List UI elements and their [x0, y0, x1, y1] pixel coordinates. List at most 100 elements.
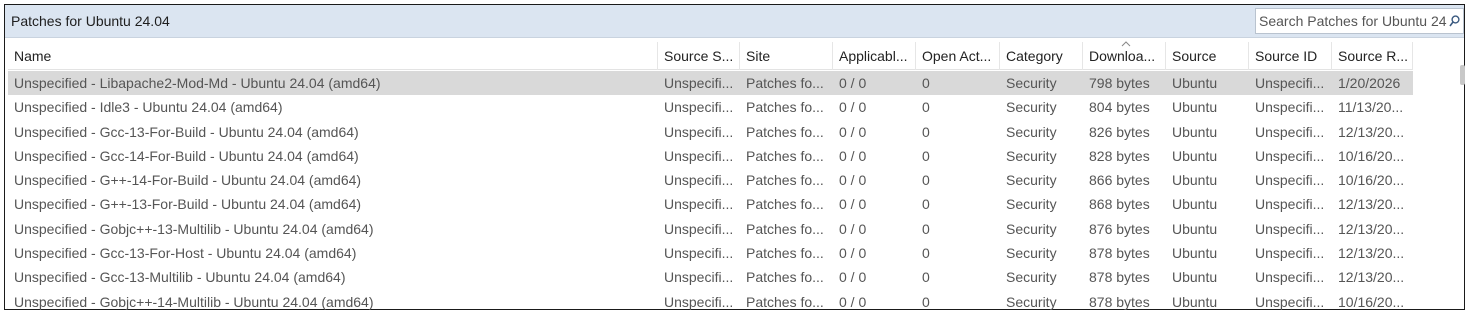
panel-title-bar: Patches for Ubuntu 24.04 — [5, 5, 1464, 38]
cell-category: Security — [1006, 293, 1057, 310]
cell-applicable: 0 / 0 — [839, 172, 867, 189]
search-input[interactable] — [1256, 10, 1449, 32]
cell-name: Unspecified - Gcc-14-For-Build - Ubuntu … — [14, 147, 359, 164]
cell-site: Patches fo... — [746, 147, 824, 164]
cell-download: 866 bytes — [1089, 172, 1150, 189]
cell-site: Patches fo... — [746, 123, 824, 140]
column-header-download[interactable]: Downloa... — [1083, 42, 1166, 70]
cell-category: Security — [1006, 75, 1057, 91]
column-header-name[interactable]: Name — [8, 42, 658, 70]
cell-source-id: Unspecifi... — [1255, 293, 1325, 310]
cell-open-actions: 0 — [922, 147, 930, 164]
cell-download: 878 bytes — [1089, 293, 1150, 310]
cell-source-status: Unspecifi... — [664, 293, 734, 310]
cell-source-status: Unspecifi... — [664, 147, 734, 164]
cell-download: 878 bytes — [1089, 269, 1150, 286]
table-row[interactable]: Unspecified - G++-13-For-Build - Ubuntu … — [8, 192, 1413, 216]
cell-open-actions: 0 — [922, 172, 930, 189]
cell-download: 868 bytes — [1089, 196, 1150, 213]
cell-source-status: Unspecifi... — [664, 123, 734, 140]
cell-category: Security — [1006, 245, 1057, 262]
cell-name: Unspecified - Libapache2-Mod-Md - Ubuntu… — [14, 75, 381, 91]
patches-panel: Patches for Ubuntu 24.04 NameSource S...… — [4, 4, 1465, 310]
cell-source-status: Unspecifi... — [664, 172, 734, 189]
column-header-source[interactable]: Source — [1166, 42, 1249, 70]
cell-open-actions: 0 — [922, 269, 930, 286]
cell-source-id: Unspecifi... — [1255, 99, 1325, 116]
cell-source-id: Unspecifi... — [1255, 245, 1325, 262]
cell-source-id: Unspecifi... — [1255, 220, 1325, 237]
cell-source-release: 1/20/2026 — [1338, 75, 1401, 91]
column-header-open-actions[interactable]: Open Act... — [916, 42, 1000, 70]
column-header-source-id[interactable]: Source ID — [1249, 42, 1332, 70]
table-header: Name Source S... Site Applicabl... Open Act.… — [8, 41, 1413, 70]
cell-source-release: 12/13/20... — [1338, 269, 1405, 286]
cell-name: Unspecified - G++-13-For-Build - Ubuntu … — [14, 196, 362, 213]
cell-source: Ubuntu — [1172, 269, 1218, 286]
cell-download: 804 bytes — [1089, 99, 1150, 116]
table-row[interactable]: Unspecified - Idle3 - Ubuntu 24.04 (amd6… — [8, 95, 1413, 119]
cell-open-actions: 0 — [922, 99, 930, 116]
cell-source-status: Unspecifi... — [664, 75, 734, 91]
column-header-source-release[interactable]: Source R... — [1332, 42, 1413, 70]
cell-download: 826 bytes — [1089, 123, 1150, 140]
cell-source-release: 10/16/20... — [1338, 147, 1405, 164]
cell-source-status: Unspecifi... — [664, 99, 734, 116]
cell-open-actions: 0 — [922, 220, 930, 237]
cell-name: Unspecified - Gcc-13-For-Host - Ubuntu 2… — [14, 245, 357, 262]
table-row[interactable]: Unspecified - Gcc-14-For-Build - Ubuntu … — [8, 144, 1413, 168]
cell-source: Ubuntu — [1172, 245, 1218, 262]
table-row[interactable]: Unspecified - Gobjc++-13-Multilib - Ubun… — [8, 217, 1413, 241]
cell-name: Unspecified - Gcc-13-For-Build - Ubuntu … — [14, 123, 359, 140]
cell-applicable: 0 / 0 — [839, 147, 867, 164]
cell-source: Ubuntu — [1172, 293, 1218, 310]
cell-source-status: Unspecifi... — [664, 245, 734, 262]
table-row[interactable]: Unspecified - Gcc-13-Multilib - Ubuntu 2… — [8, 265, 1413, 289]
cell-category: Security — [1006, 269, 1057, 286]
cell-source: Ubuntu — [1172, 99, 1218, 116]
cell-open-actions: 0 — [922, 196, 930, 213]
column-header-category[interactable]: Category — [1000, 42, 1083, 70]
column-header-source-status[interactable]: Source S... — [658, 42, 740, 70]
cell-source-release: 12/13/20... — [1338, 196, 1405, 213]
column-header-applicable[interactable]: Applicabl... — [833, 42, 916, 70]
cell-source: Ubuntu — [1172, 220, 1218, 237]
cell-site: Patches fo... — [746, 196, 824, 213]
cell-category: Security — [1006, 99, 1057, 116]
search-icon[interactable] — [1449, 14, 1461, 28]
cell-site: Patches fo... — [746, 99, 824, 116]
vertical-scrollbar[interactable] — [1460, 65, 1465, 85]
cell-site: Patches fo... — [746, 172, 824, 189]
cell-category: Security — [1006, 220, 1057, 237]
cell-applicable: 0 / 0 — [839, 75, 867, 91]
cell-applicable: 0 / 0 — [839, 123, 867, 140]
table-row[interactable]: Unspecified - Libapache2-Mod-Md - Ubuntu… — [8, 71, 1413, 96]
table-row[interactable]: Unspecified - Gcc-13-For-Build - Ubuntu … — [8, 120, 1413, 144]
column-header-site[interactable]: Site — [740, 42, 833, 70]
search-box[interactable] — [1255, 8, 1464, 34]
table-row[interactable]: Unspecified - Gobjc++-14-Multilib - Ubun… — [8, 290, 1413, 314]
cell-download: 876 bytes — [1089, 220, 1150, 237]
cell-source: Ubuntu — [1172, 196, 1218, 213]
cell-site: Patches fo... — [746, 293, 824, 310]
cell-source: Ubuntu — [1172, 75, 1218, 91]
cell-source-id: Unspecifi... — [1255, 269, 1325, 286]
table-row[interactable]: Unspecified - G++-14-For-Build - Ubuntu … — [8, 168, 1413, 192]
cell-source: Ubuntu — [1172, 123, 1218, 140]
cell-category: Security — [1006, 172, 1057, 189]
cell-source-release: 10/16/20... — [1338, 172, 1405, 189]
cell-open-actions: 0 — [922, 75, 930, 91]
cell-name: Unspecified - Idle3 - Ubuntu 24.04 (amd6… — [14, 99, 283, 116]
cell-applicable: 0 / 0 — [839, 269, 867, 286]
cell-category: Security — [1006, 123, 1057, 140]
cell-category: Security — [1006, 147, 1057, 164]
cell-name: Unspecified - Gobjc++-14-Multilib - Ubun… — [14, 293, 374, 310]
cell-open-actions: 0 — [922, 123, 930, 140]
cell-name: Unspecified - G++-14-For-Build - Ubuntu … — [14, 172, 362, 189]
cell-source-id: Unspecifi... — [1255, 147, 1325, 164]
panel-title: Patches for Ubuntu 24.04 — [11, 13, 170, 29]
cell-source-release: 10/16/20... — [1338, 293, 1405, 310]
table-row[interactable]: Unspecified - Gcc-13-For-Host - Ubuntu 2… — [8, 241, 1413, 265]
cell-download: 798 bytes — [1089, 75, 1150, 91]
cell-applicable: 0 / 0 — [839, 99, 867, 116]
